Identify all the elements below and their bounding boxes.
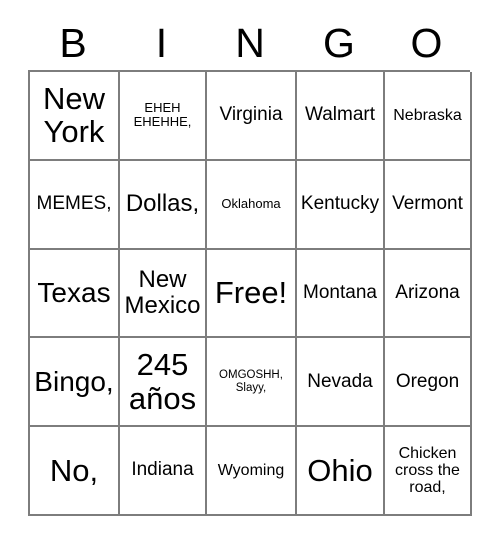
bingo-cell-text: Bingo, [34, 365, 114, 397]
bingo-cell-text: Dollas, [125, 190, 200, 218]
bingo-cell-text: EHEH EHEHHE, [133, 100, 192, 130]
bingo-cell-text: Virginia [219, 104, 283, 126]
bingo-cell[interactable]: Wyoming [207, 427, 297, 516]
bingo-cell-text: New York [42, 80, 105, 150]
bingo-cell-text: Nebraska [393, 106, 462, 124]
bingo-cell[interactable]: Vermont [385, 160, 472, 250]
bingo-free-space-cell[interactable]: Free! [207, 249, 297, 339]
bingo-header-letter-g: G [323, 19, 355, 66]
bingo-cell[interactable]: Chicken cross the road, [385, 427, 472, 516]
bingo-row: No, Indiana Wyoming Ohio Chicken cross t… [30, 427, 472, 516]
bingo-cell-text: MEMES, [36, 192, 112, 214]
bingo-cell[interactable]: Bingo, [30, 338, 120, 428]
bingo-cell-text: Indiana [131, 459, 194, 481]
bingo-header-letter-i: I [155, 19, 168, 66]
bingo-header-letter-b: B [59, 19, 87, 66]
bingo-cell-text: Nevada [307, 370, 373, 392]
bingo-cell-text: Walmart [304, 104, 376, 126]
bingo-cell[interactable]: New Mexico [120, 249, 207, 339]
bingo-cell[interactable]: Nebraska [385, 72, 472, 161]
bingo-cell-text: 245 años [128, 347, 197, 416]
bingo-header-letter-n: N [235, 19, 265, 66]
bingo-cell-text: No, [49, 452, 99, 488]
bingo-cell[interactable]: Kentucky [297, 160, 385, 250]
bingo-row: MEMES, Dollas, Oklahoma Kentucky Vermont [30, 160, 472, 250]
bingo-cell[interactable]: EHEH EHEHHE, [120, 72, 207, 161]
bingo-cell-text: Texas [37, 276, 111, 308]
bingo-cell[interactable]: No, [30, 427, 120, 516]
bingo-cell-text: Arizona [395, 281, 460, 303]
bingo-row: New York EHEH EHEHHE, Virginia Walmart N… [30, 72, 472, 161]
bingo-cell[interactable]: New York [30, 72, 120, 161]
bingo-cell[interactable]: Indiana [120, 427, 207, 516]
bingo-header: B I N G O [28, 16, 470, 70]
bingo-cell-text: Wyoming [217, 461, 285, 479]
bingo-cell-text: Ohio [307, 452, 373, 488]
bingo-cell[interactable]: 245 años [120, 338, 207, 428]
bingo-header-letter-o: O [410, 19, 443, 66]
bingo-cell[interactable]: Texas [30, 249, 120, 339]
bingo-cell[interactable]: Arizona [385, 249, 472, 339]
bingo-row: Texas New Mexico Free! Montana Arizona [30, 249, 472, 339]
bingo-cell[interactable]: Nevada [297, 338, 385, 428]
bingo-cell-text: Oklahoma [221, 196, 281, 212]
bingo-cell[interactable]: Oklahoma [207, 160, 297, 250]
bingo-cell[interactable]: OMGOSHH, Slayy, [207, 338, 297, 428]
bingo-free-space-text: Free! [214, 275, 288, 311]
bingo-card: B I N G O New York EHEH EHEHHE, Virginia… [0, 0, 500, 544]
bingo-cell[interactable]: Walmart [297, 72, 385, 161]
bingo-cell-text: Chicken cross the road, [395, 444, 460, 497]
bingo-cell-text: Montana [303, 281, 377, 303]
bingo-cell[interactable]: Dollas, [120, 160, 207, 250]
bingo-cell-text: Kentucky [300, 192, 380, 214]
bingo-cell-text: OMGOSHH, Slayy, [219, 369, 283, 394]
bingo-cell[interactable]: Virginia [207, 72, 297, 161]
bingo-row: Bingo, 245 años OMGOSHH, Slayy, Nevada O… [30, 338, 472, 428]
bingo-grid: New York EHEH EHEHHE, Virginia Walmart N… [28, 70, 472, 516]
bingo-cell[interactable]: MEMES, [30, 160, 120, 250]
bingo-cell[interactable]: Ohio [297, 427, 385, 516]
bingo-cell-text: Vermont [392, 192, 463, 214]
bingo-cell[interactable]: Oregon [385, 338, 472, 428]
bingo-cell[interactable]: Montana [297, 249, 385, 339]
bingo-cell-text: New Mexico [124, 266, 201, 319]
bingo-cell-text: Oregon [395, 370, 460, 392]
